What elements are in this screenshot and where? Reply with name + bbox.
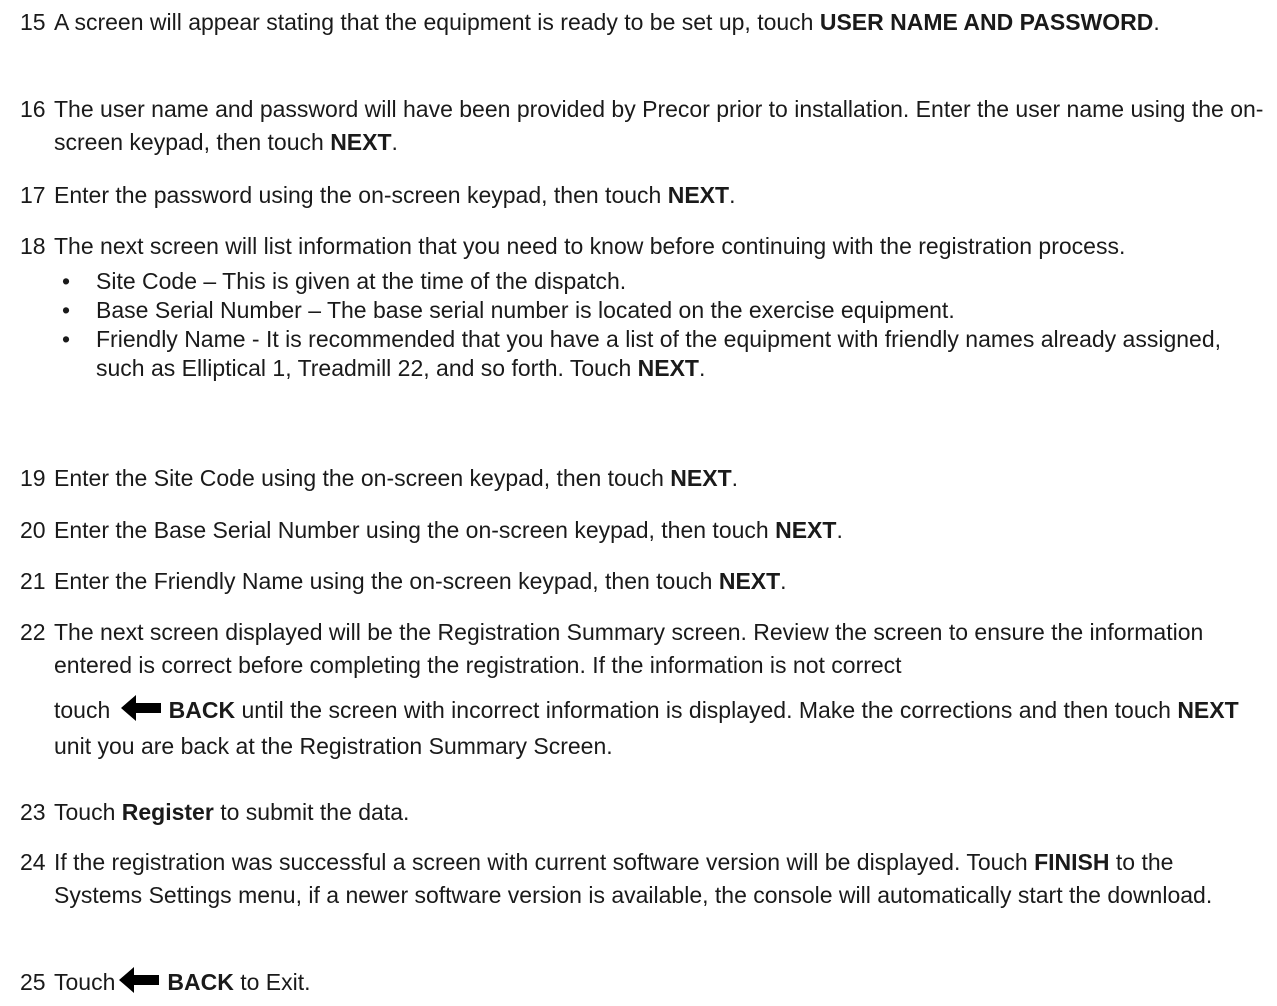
emphasis: FINISH: [1034, 849, 1110, 875]
step-number: 23: [20, 799, 46, 825]
step-25: 25 Touch BACK to Exit.: [20, 966, 1267, 999]
list-item: • Base Serial Number – The base serial nu…: [62, 297, 955, 323]
step-24: 24 If the registration was successful a …: [20, 846, 1267, 912]
step-16: 16 The user name and password will have …: [20, 93, 1267, 159]
instruction-page: 15 A screen will appear stating that the…: [0, 0, 1277, 1006]
step-22: 22 The next screen displayed will be the…: [20, 616, 1267, 764]
step-number: 20: [20, 517, 46, 543]
step-text: Enter the password using the on-screen k…: [54, 182, 736, 208]
step-23: 23 Touch Register to submit the data.: [20, 796, 1267, 829]
step-number: 17: [20, 182, 46, 208]
emphasis: NEXT: [1177, 697, 1239, 723]
emphasis: NEXT: [718, 568, 781, 594]
list-item: • Site Code – This is given at the time o…: [62, 268, 627, 294]
step-number: 15: [20, 9, 46, 35]
step-20: 20 Enter the Base Serial Number using th…: [20, 514, 1267, 547]
step-text: The user name and password will have bee…: [54, 96, 1264, 155]
step-text: If the registration was successful a scr…: [54, 849, 1213, 908]
step-18: 18 The next screen will list information…: [20, 230, 1267, 383]
step-text: The next screen will list information th…: [54, 233, 1126, 259]
emphasis: NEXT: [775, 517, 837, 543]
step-text: Enter the Friendly Name using the on-scr…: [54, 568, 787, 594]
step-number: 24: [20, 849, 46, 875]
step-number: 21: [20, 568, 46, 594]
bullet: •: [62, 268, 71, 294]
step-number: 19: [20, 465, 46, 491]
left-arrow-icon: [119, 967, 160, 993]
back-label: BACK: [167, 969, 234, 995]
step-19: 19 Enter the Site Code using the on-scre…: [20, 462, 1267, 495]
step-number: 22: [20, 619, 46, 645]
emphasis: NEXT: [637, 355, 699, 381]
emphasis: NEXT: [330, 129, 392, 155]
step-text: Enter the Base Serial Number using the o…: [54, 517, 843, 543]
list-item: • Friendly Name - It is recommended that …: [62, 326, 1222, 381]
left-arrow-icon: [120, 695, 161, 721]
requirements-list: • Site Code – This is given at the time o…: [20, 267, 1267, 383]
step-text: A screen will appear stating that the eq…: [54, 9, 1160, 35]
bullet: •: [62, 326, 71, 352]
step-number: 18: [20, 233, 46, 259]
step-text: Touch Register to submit the data.: [54, 799, 410, 825]
step-number: 16: [20, 96, 46, 122]
step-number: 25: [20, 969, 46, 995]
step-text: Enter the Site Code using the on-screen …: [54, 465, 739, 491]
step-15: 15 A screen will appear stating that the…: [20, 6, 1267, 39]
step-text: The next screen displayed will be the Re…: [54, 619, 1239, 759]
emphasis: NEXT: [667, 182, 730, 208]
step-21: 21 Enter the Friendly Name using the on-…: [20, 565, 1267, 598]
emphasis: NEXT: [670, 465, 732, 491]
step-text: Touch BACK to Exit.: [54, 967, 311, 995]
emphasis: Register: [121, 799, 214, 825]
emphasis: USER NAME AND PASSWORD: [819, 9, 1154, 35]
back-label: BACK: [168, 697, 236, 723]
bullet: •: [62, 297, 71, 323]
step-17: 17 Enter the password using the on-scree…: [20, 179, 1267, 212]
